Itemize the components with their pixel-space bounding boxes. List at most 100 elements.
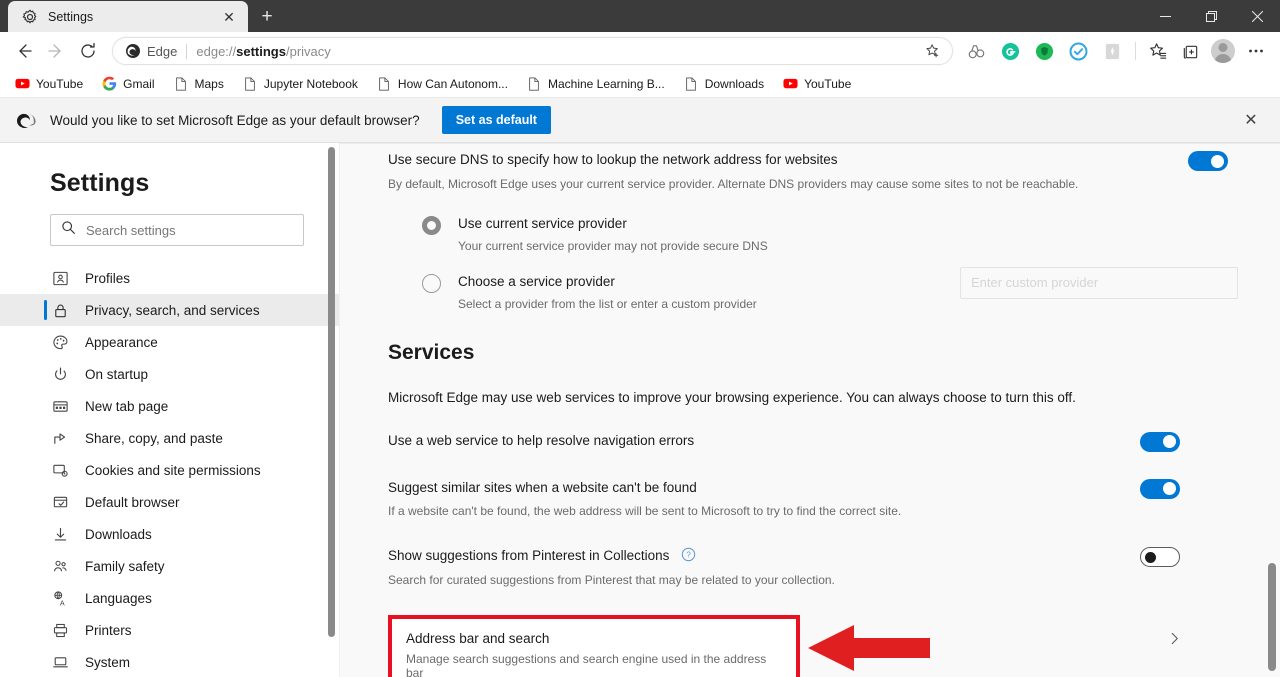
bookmark-item[interactable]: YouTube	[6, 73, 91, 95]
sidebar-item-on-startup[interactable]: On startup	[0, 358, 340, 390]
bookmark-item[interactable]: Maps	[165, 73, 232, 95]
collections-icon[interactable]	[1174, 35, 1206, 67]
suggest-similar-sites-toggle[interactable]	[1140, 478, 1180, 499]
favorites-star-icon[interactable]	[1142, 35, 1174, 67]
sidebar-item-label: System	[85, 654, 131, 670]
sidebar-item-system[interactable]: System	[0, 646, 340, 677]
omnibox-url[interactable]: edge://settings/privacy	[196, 44, 920, 59]
bookmark-item[interactable]: Downloads	[675, 73, 772, 95]
bookmark-item[interactable]: YouTube	[774, 73, 859, 95]
service-description: Search for curated suggestions from Pint…	[388, 572, 835, 587]
radio-current-provider[interactable]	[422, 215, 441, 235]
set-as-default-button[interactable]: Set as default	[441, 106, 551, 134]
sidebar-item-default-browser[interactable]: Default browser	[0, 486, 340, 518]
service-description: If a website can't be found, the web add…	[388, 504, 902, 519]
sidebar-item-label: Languages	[85, 590, 152, 606]
share-icon	[50, 428, 70, 448]
address-bar-title: Address bar and search	[406, 630, 550, 646]
service-title: Use a web service to help resolve naviga…	[388, 432, 695, 448]
search-input[interactable]	[86, 222, 293, 238]
close-icon[interactable]	[1234, 0, 1280, 32]
sidebar-item-downloads[interactable]: Downloads	[0, 518, 340, 550]
bookmark-label: Gmail	[123, 76, 155, 91]
binoculars-extension-icon[interactable]	[963, 38, 989, 64]
sidebar-item-label: Privacy, search, and services	[85, 302, 260, 318]
new-tab-page-icon	[50, 396, 70, 416]
content-top-divider	[340, 143, 1280, 144]
radio-choose-provider[interactable]	[422, 273, 441, 293]
page-icon	[526, 76, 542, 92]
sidebar-item-label: On startup	[85, 366, 149, 382]
address-bar-description: Manage search suggestions and search eng…	[406, 651, 767, 677]
profile-avatar[interactable]	[1211, 39, 1235, 63]
sidebar-item-appearance[interactable]: Appearance	[0, 326, 340, 358]
cookies-icon	[50, 460, 70, 480]
sidebar-item-profiles[interactable]: Profiles	[0, 262, 340, 294]
browser-toolbar: Edge edge://settings/privacy	[0, 32, 1280, 70]
dns-option-label: Use current service provider	[458, 215, 627, 231]
back-arrow-icon[interactable]	[8, 35, 40, 67]
edge-logo-icon	[14, 108, 38, 132]
page-icon	[242, 76, 258, 92]
notification-close-icon[interactable]: ✕	[1236, 105, 1266, 135]
more-options-icon[interactable]	[1240, 35, 1272, 67]
custom-provider-input[interactable]: Enter custom provider	[960, 266, 1238, 299]
default-browser-notification: Would you like to set Microsoft Edge as …	[0, 98, 1280, 143]
sidebar-item-languages[interactable]: A Languages	[0, 582, 340, 614]
page-icon	[683, 76, 699, 92]
system-icon	[50, 652, 70, 672]
star-add-icon[interactable]	[920, 38, 946, 64]
sidebar-item-printers[interactable]: Printers	[0, 614, 340, 646]
secure-dns-title: Use secure DNS to specify how to lookup …	[388, 152, 838, 167]
shield-extension-icon[interactable]	[1031, 38, 1057, 64]
dns-option-choose-provider[interactable]: Choose a service provider Select a provi…	[422, 266, 1238, 311]
bookmark-item[interactable]: How Can Autonom...	[368, 73, 516, 95]
sidebar-item-share-copy-paste[interactable]: Share, copy, and paste	[0, 422, 340, 454]
new-tab-button[interactable]: +	[252, 2, 282, 30]
title-bar: Settings ✕ +	[0, 0, 1280, 32]
service-title: Suggest similar sites when a website can…	[388, 479, 697, 495]
bookmark-item[interactable]: Jupyter Notebook	[234, 73, 366, 95]
maximize-icon[interactable]	[1188, 0, 1234, 32]
dns-provider-options: Use current service provider Your curren…	[388, 215, 1238, 311]
toolbar-divider	[1135, 42, 1136, 60]
tab-close-icon[interactable]: ✕	[218, 6, 240, 28]
sidebar-item-family-safety[interactable]: Family safety	[0, 550, 340, 582]
bookmark-label: How Can Autonom...	[397, 76, 508, 91]
bookmark-item[interactable]: Gmail	[93, 73, 162, 95]
address-bar[interactable]: Edge edge://settings/privacy	[112, 37, 953, 65]
page-title: Settings	[50, 169, 150, 197]
search-icon	[61, 220, 76, 240]
sidebar-item-privacy-search-services[interactable]: Privacy, search, and services	[0, 294, 340, 326]
sidebar-item-new-tab-page[interactable]: New tab page	[0, 390, 340, 422]
sidebar-item-cookies-and-site-permissions[interactable]: Cookies and site permissions	[0, 454, 340, 486]
dns-option-description: Your current service provider may not pr…	[458, 238, 768, 253]
address-bar-and-search-row[interactable]: Address bar and search Manage search sug…	[388, 614, 800, 677]
refresh-icon[interactable]	[72, 35, 104, 67]
toggle-knob	[1163, 435, 1176, 449]
content-scrollbar[interactable]	[1268, 563, 1276, 671]
navigation-errors-toggle[interactable]	[1140, 431, 1180, 452]
browser-tab-settings[interactable]: Settings ✕	[8, 1, 248, 32]
sidebar-scrollbar[interactable]	[328, 147, 335, 637]
dns-option-label: Choose a service provider	[458, 273, 615, 289]
forward-arrow-icon[interactable]	[40, 35, 72, 67]
chevron-right-icon[interactable]	[1164, 629, 1184, 649]
minimize-icon[interactable]	[1142, 0, 1188, 32]
toggle-knob	[1211, 154, 1224, 168]
pinterest-suggestions-toggle[interactable]	[1140, 547, 1180, 568]
grammarly-extension-icon[interactable]	[997, 38, 1023, 64]
bookmark-item[interactable]: Machine Learning B...	[518, 73, 673, 95]
search-settings-box[interactable]	[50, 214, 304, 246]
profiles-icon	[50, 268, 70, 288]
help-circle-icon[interactable]: ?	[681, 547, 696, 562]
gray-square-extension-icon[interactable]	[1099, 38, 1125, 64]
gear-icon	[22, 9, 38, 25]
download-icon	[50, 524, 70, 544]
youtube-icon	[782, 76, 798, 92]
dns-option-current-provider[interactable]: Use current service provider Your curren…	[422, 215, 1228, 253]
secure-dns-toggle[interactable]	[1188, 151, 1228, 171]
check-circle-extension-icon[interactable]	[1065, 38, 1091, 64]
service-row-pinterest-suggestions: Show suggestions from Pinterest in Colle…	[388, 546, 1228, 589]
notification-message: Would you like to set Microsoft Edge as …	[50, 112, 420, 128]
